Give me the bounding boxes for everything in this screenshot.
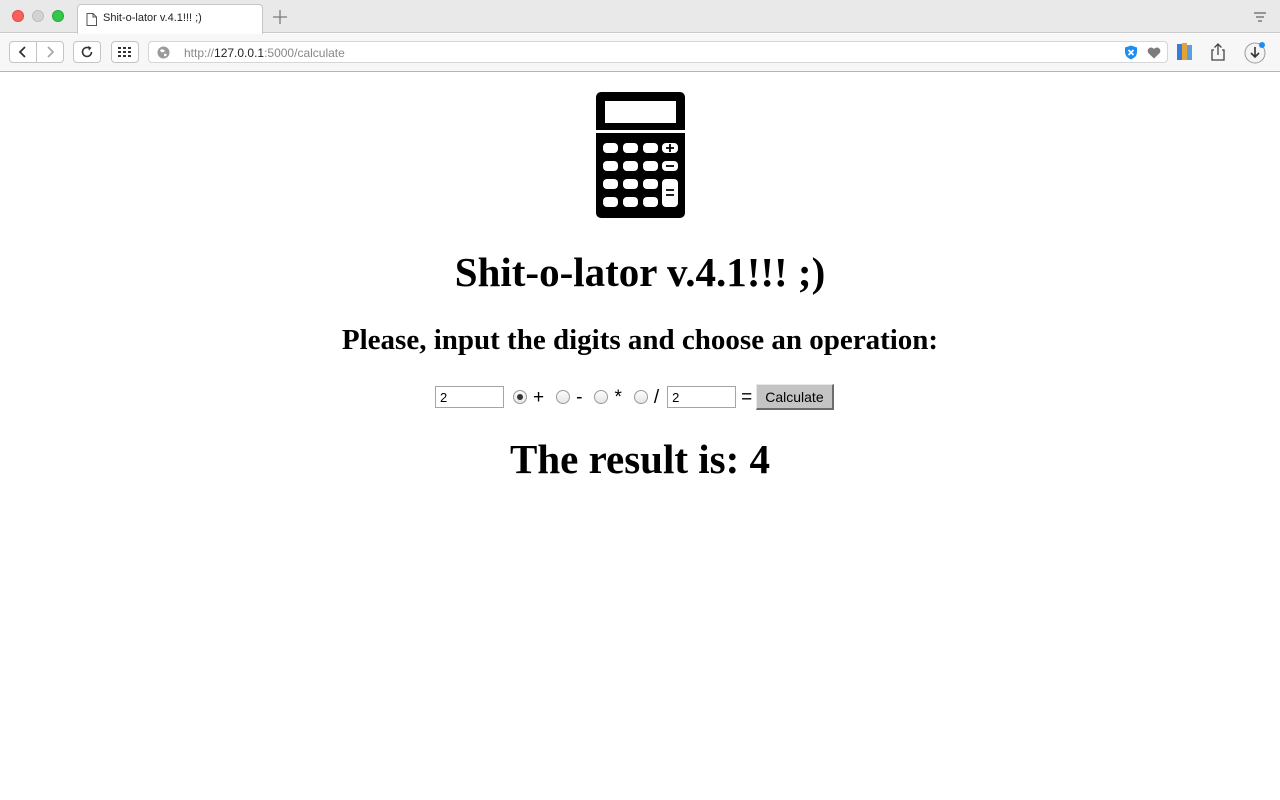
download-icon[interactable] <box>1243 41 1267 65</box>
apps-grid-icon <box>118 47 131 57</box>
navigation-bar: http://127.0.0.1:5000/calculate <box>0 34 1280 72</box>
forward-button[interactable] <box>36 41 64 63</box>
share-icon[interactable] <box>1209 43 1227 61</box>
operation-label-multiply: * <box>614 386 622 408</box>
url-scheme: http:// <box>184 46 215 60</box>
operation-label-divide: / <box>653 386 660 408</box>
browser-tab[interactable]: Shit-o-lator v.4.1!!! ;) <box>77 4 263 34</box>
operation-radio-multiply[interactable] <box>594 390 609 404</box>
reload-icon <box>81 46 93 58</box>
first-number-input[interactable] <box>435 386 504 408</box>
operation-label-minus: - <box>576 386 583 408</box>
new-tab-icon[interactable] <box>272 9 288 25</box>
operation-label-plus: + <box>533 386 545 408</box>
equals-label: = <box>741 386 753 408</box>
url-host: 127.0.0.1 <box>214 46 265 60</box>
chevron-right-icon <box>47 46 55 58</box>
url-path: :5000/calculate <box>264 46 345 60</box>
second-number-input[interactable] <box>667 386 737 408</box>
url-text: http://127.0.0.1:5000/calculate <box>184 46 345 60</box>
tab-title: Shit-o-lator v.4.1!!! ;) <box>103 12 202 24</box>
page-title: Shit-o-lator v.4.1!!! ;) <box>454 249 826 295</box>
books-icon[interactable] <box>1177 43 1193 60</box>
calculator-icon <box>596 92 685 218</box>
page-content: Shit-o-lator v.4.1!!! ;) Please, input t… <box>0 73 1280 800</box>
address-bar[interactable]: http://127.0.0.1:5000/calculate <box>148 41 1168 63</box>
maximize-window-button[interactable] <box>52 10 64 22</box>
tab-list-icon[interactable] <box>1253 10 1267 24</box>
apps-button[interactable] <box>111 41 139 63</box>
heart-icon[interactable] <box>1147 47 1161 59</box>
operation-radio-plus[interactable] <box>513 390 527 404</box>
tab-bar: Shit-o-lator v.4.1!!! ;) <box>0 0 1280 34</box>
shield-icon[interactable] <box>1124 45 1138 60</box>
calculate-button[interactable]: Calculate <box>756 384 834 410</box>
minimize-window-button[interactable] <box>32 10 44 22</box>
instruction-heading: Please, input the digits and choose an o… <box>341 324 939 356</box>
chevron-left-icon <box>18 46 26 58</box>
close-window-button[interactable] <box>12 10 24 22</box>
reload-button[interactable] <box>73 41 101 63</box>
calculator-form: + - * / = Calculate <box>435 382 855 412</box>
back-button[interactable] <box>9 41 37 63</box>
document-icon <box>86 13 97 26</box>
globe-icon <box>157 46 170 59</box>
operation-radio-divide[interactable] <box>633 390 648 404</box>
result-text: The result is: 4 <box>509 436 771 482</box>
operation-radio-minus[interactable] <box>556 390 571 404</box>
